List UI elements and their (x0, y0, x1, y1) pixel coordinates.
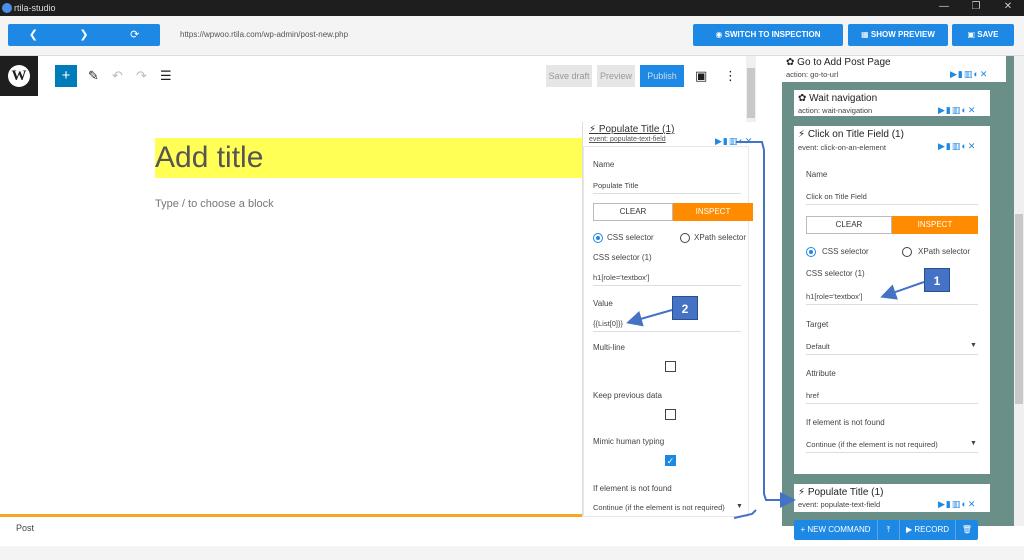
badge-2-arrow (626, 309, 673, 327)
badge-1-arrow (880, 281, 925, 300)
annotation-arrows (626, 141, 925, 519)
connector-arrow (736, 141, 796, 508)
connector-tail (733, 509, 757, 519)
